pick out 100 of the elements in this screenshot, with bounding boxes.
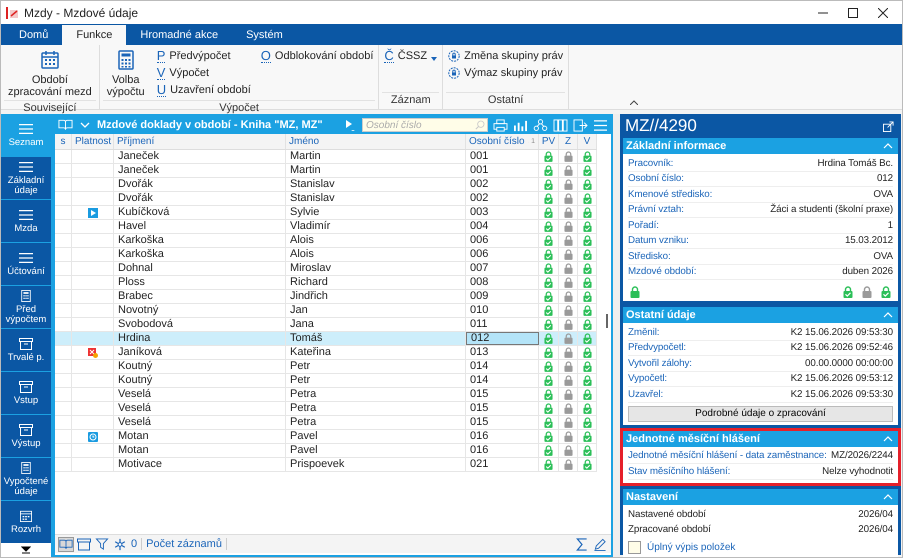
section-title: Jednotné měsíční hlášení xyxy=(626,432,760,444)
table-cell: Koutný xyxy=(114,374,286,387)
clock-icon xyxy=(88,432,98,442)
table-title: Mzdové doklady v období - Kniha "MZ, MZ" xyxy=(97,119,323,131)
table-cell: Svobodová xyxy=(114,318,286,331)
ribbon-button[interactable]: V Výpočet xyxy=(154,65,253,80)
external-link-icon[interactable] xyxy=(883,120,894,132)
column-header[interactable]: s xyxy=(55,134,72,149)
table-row[interactable]: Koutný Petr 014 xyxy=(55,360,597,374)
box-icon[interactable] xyxy=(77,538,91,550)
field-value: 2026/04 xyxy=(858,524,893,536)
ribbon-button[interactable]: U Uzavření období xyxy=(154,82,253,97)
table-cell: Kubíčková xyxy=(114,206,286,219)
table-row[interactable]: Veselá Petra 015 xyxy=(55,416,597,430)
table-row[interactable]: Ploss Richard 008 xyxy=(55,276,597,290)
field-value: 012 xyxy=(876,173,893,184)
printer-icon[interactable] xyxy=(493,118,508,132)
table-row[interactable]: Koutný Petr 014 xyxy=(55,374,597,388)
nav-item[interactable]: Výstup xyxy=(1,415,51,457)
close-icon[interactable] xyxy=(878,8,888,18)
maximize-icon[interactable] xyxy=(848,8,858,18)
ribbon-tab[interactable]: Systém xyxy=(232,25,297,45)
table-row[interactable]: Dvořák Stanislav 002 xyxy=(55,192,597,206)
nav-item[interactable]: Vstup xyxy=(1,372,51,414)
bar-chart-icon[interactable] xyxy=(513,118,528,132)
ribbon-button[interactable]: P Předvýpočet xyxy=(154,48,253,63)
table-row[interactable]: Janeček Martin 001 xyxy=(55,150,597,164)
table-cell: 015 xyxy=(466,388,539,401)
column-header[interactable]: Příjmení xyxy=(114,134,286,149)
column-header[interactable]: Jméno xyxy=(286,134,466,149)
ribbon-button[interactable]: Č ČSSZ xyxy=(382,48,440,63)
ribbon-tab[interactable]: Funkce xyxy=(62,25,126,45)
window-title: Mzdy - Mzdové údaje xyxy=(24,6,138,20)
ribbon-button[interactable]: Výmaz skupiny práv xyxy=(446,65,566,80)
nav-item[interactable]: Mzda xyxy=(1,200,51,242)
network-icon[interactable] xyxy=(533,118,548,132)
nav-item[interactable]: Účtování xyxy=(1,243,51,285)
nav-item[interactable]: Trvalé p. xyxy=(1,329,51,371)
menu-icon[interactable] xyxy=(593,118,608,132)
chevron-down-icon[interactable] xyxy=(80,122,90,128)
table-row[interactable]: Havel Vladimír 004 xyxy=(55,220,597,234)
table-cell: 003 xyxy=(466,206,539,219)
nav-item[interactable]: Před výpočtem xyxy=(1,286,51,328)
table-cell: Martin xyxy=(286,150,466,163)
search-field[interactable]: Osobní číslo xyxy=(362,118,488,132)
ribbon-tab[interactable]: Hromadné akce xyxy=(126,25,232,45)
table-row[interactable]: Motan Pavel 016 xyxy=(55,444,597,458)
table-row[interactable]: Janeček Martin 001 xyxy=(55,164,597,178)
table-row[interactable]: Hrdina Tomáš 012 xyxy=(55,332,597,346)
table-cell: Dohnal xyxy=(114,262,286,275)
nav-item[interactable]: Základní údaje xyxy=(1,157,51,199)
table-row[interactable]: Motivace Prispoevek 021 xyxy=(55,458,597,472)
table-cell: Martin xyxy=(286,164,466,177)
table-cell: Veselá xyxy=(114,416,286,429)
scroll-down-button[interactable] xyxy=(1,543,51,557)
sum-icon[interactable] xyxy=(575,538,589,550)
field-label: Pracovník: xyxy=(628,158,674,169)
table-cell: Janíková xyxy=(114,346,286,359)
play-icon xyxy=(88,208,98,218)
field-value: K2 15.06.2026 09:53:30 xyxy=(790,388,893,400)
ribbon-button[interactable]: Změna skupiny práv xyxy=(446,48,566,63)
table-row[interactable]: Veselá Petra 015 xyxy=(55,388,597,402)
details-button[interactable]: Podrobné údaje o zpracování xyxy=(628,406,893,422)
ribbon-button[interactable]: O Odblokování období xyxy=(258,48,376,63)
table-row[interactable]: Novotný Jan 010 xyxy=(55,304,597,318)
table-row[interactable]: Motan Pavel 016 xyxy=(55,430,597,444)
table-row[interactable]: Kubíčková Sylvie 003 xyxy=(55,206,597,220)
columns-icon[interactable] xyxy=(553,118,568,132)
ribbon-button[interactable]: Volba výpočtu xyxy=(102,48,149,100)
play-icon[interactable] xyxy=(345,119,355,131)
collapse-icon[interactable] xyxy=(630,100,638,105)
book-icon[interactable] xyxy=(59,538,73,550)
field-label: Nastavené období xyxy=(628,508,706,520)
table-row[interactable]: Karkoška Alois 006 xyxy=(55,234,597,248)
table-row[interactable]: Brabec Jindřich 009 xyxy=(55,290,597,304)
pencil-icon[interactable] xyxy=(593,538,607,550)
table-row[interactable]: Dvořák Stanislav 002 xyxy=(55,178,597,192)
nav-item[interactable]: Vypočtené údaje xyxy=(1,458,51,500)
section-title: Ostatní údaje xyxy=(626,309,696,321)
section-title: Základní informace xyxy=(626,140,726,152)
filter-icon[interactable] xyxy=(95,538,109,550)
ribbon-tab[interactable]: Domů xyxy=(5,25,62,45)
table-cell: 002 xyxy=(466,178,539,191)
ribbon-button[interactable]: Období zpracování mezd xyxy=(4,48,96,100)
checkbox[interactable] xyxy=(628,540,641,554)
column-header[interactable]: Platnost xyxy=(72,134,114,149)
column-header[interactable]: PV xyxy=(539,134,559,149)
nav-item[interactable]: Rozvrh xyxy=(1,501,51,543)
field-value: 15.03.2012 xyxy=(844,235,893,246)
column-header[interactable]: V xyxy=(578,134,597,149)
table-row[interactable]: Janíková Kateřina 013 xyxy=(55,346,597,360)
column-header[interactable]: Z xyxy=(559,134,578,149)
table-row[interactable]: Dohnal Miroslav 007 xyxy=(55,262,597,276)
field-label: Vypočetl: xyxy=(628,373,668,384)
table-cell: Jindřich xyxy=(286,290,466,303)
export-icon[interactable] xyxy=(573,118,588,132)
table-row[interactable]: Veselá Petra 015 xyxy=(55,402,597,416)
table-row[interactable]: Karkoška Alois 006 xyxy=(55,248,597,262)
scrollbar-thumb[interactable] xyxy=(606,314,608,328)
snowflake-icon[interactable] xyxy=(113,538,127,550)
